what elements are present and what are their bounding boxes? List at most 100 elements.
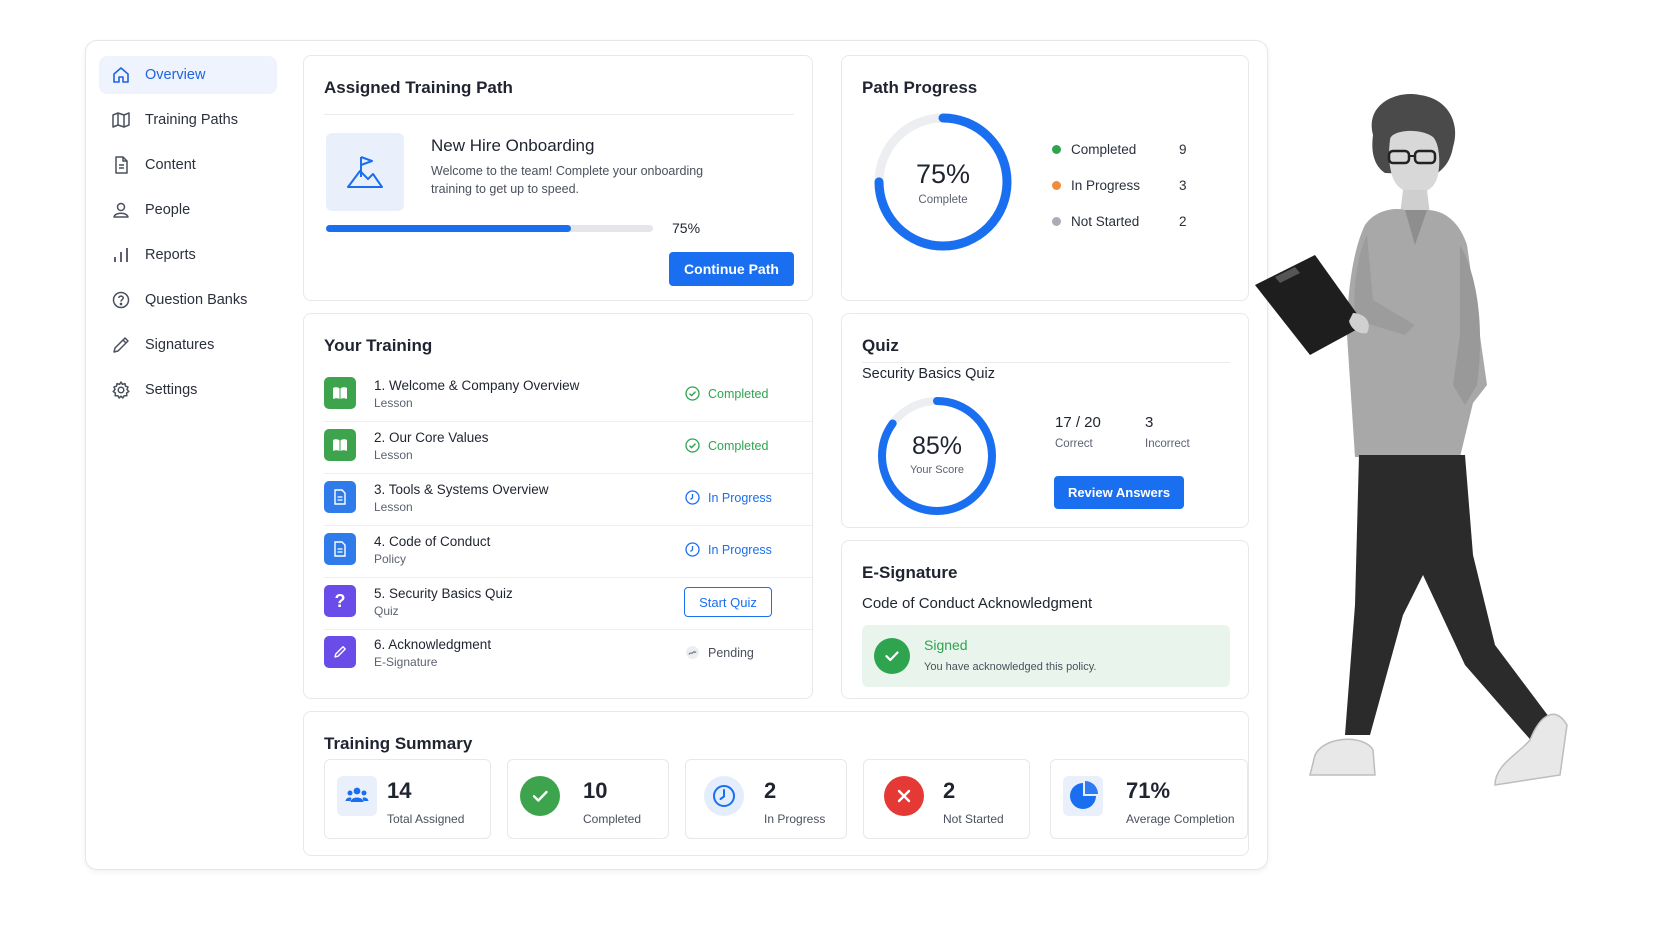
sidebar-item-label: Settings [145,382,198,398]
start-quiz-button[interactable]: Start Quiz [684,587,772,617]
home-icon [111,65,131,85]
training-name: 5. Security Basics Quiz [374,586,513,601]
training-type: Quiz [374,604,399,618]
quiz-card: Quiz Security Basics Quiz 85% Your Score… [841,313,1249,528]
status-badge: In Progress [685,490,772,505]
training-row[interactable]: 4. Code of Conduct Policy In Progress [324,524,812,578]
divider [324,114,794,115]
path-name: New Hire Onboarding [431,136,595,155]
summary-value: 2 [764,778,777,803]
card-title: Your Training [324,336,433,355]
summary-tile-average-completion: 71% Average Completion [1050,759,1248,839]
app-window: Overview Training Paths Content People R… [85,40,1268,870]
continue-path-button[interactable]: Continue Path [669,252,794,286]
book-icon [324,377,356,409]
legend-value: 2 [1179,214,1187,229]
legend-value: 3 [1179,178,1187,193]
signed-message: You have acknowledged this policy. [924,661,1097,673]
question-circle-icon [111,290,131,310]
question-icon: ? [324,585,356,617]
sidebar-item-settings[interactable]: Settings [99,371,277,409]
legend-in-progress: In Progress 3 [1052,178,1187,193]
path-description-line2: training to get up to speed. [431,182,580,196]
quiz-name: Security Basics Quiz [862,366,995,382]
status-text: Completed [708,386,769,401]
sidebar-item-content[interactable]: Content [99,146,277,184]
status-text: In Progress [708,490,772,505]
card-title: Quiz [862,336,899,355]
correct-label: Correct [1055,438,1093,450]
sidebar-item-label: People [145,202,191,218]
sidebar-item-label: Content [145,157,196,173]
summary-label: Not Started [943,812,1004,826]
incorrect-label: Incorrect [1145,438,1190,450]
training-row[interactable]: 6. Acknowledgment E-Signature Pending [324,627,812,681]
person-icon [111,200,131,220]
training-name: 6. Acknowledgment [374,637,492,652]
training-row[interactable]: 2. Our Core Values Lesson Completed [324,420,812,474]
check-circle-icon [874,638,910,674]
check-circle-icon [520,776,560,816]
legend-label: Not Started [1071,214,1140,229]
training-row[interactable]: 3. Tools & Systems Overview Lesson In Pr… [324,472,812,526]
summary-tile-not-started: 2 Not Started [863,759,1030,839]
training-name: 1. Welcome & Company Overview [374,378,580,393]
book-icon [324,429,356,461]
sidebar-item-label: Overview [145,67,206,83]
x-circle-icon [884,776,924,816]
sidebar-item-label: Reports [145,247,196,263]
gray-dot-icon [1052,217,1061,226]
sidebar-item-overview[interactable]: Overview [99,56,277,94]
signed-banner: Signed You have acknowledged this policy… [862,625,1230,687]
check-circle-icon [685,386,700,401]
training-name: 3. Tools & Systems Overview [374,482,549,497]
document-icon [111,155,131,175]
sidebar-item-label: Signatures [145,337,215,353]
sidebar-item-training-paths[interactable]: Training Paths [99,101,277,139]
training-type: Lesson [374,396,413,410]
pen-icon [324,636,356,668]
divider [862,362,1230,363]
card-title: Training Summary [324,734,473,753]
sidebar-item-label: Training Paths [145,112,238,128]
sidebar-item-signatures[interactable]: Signatures [99,326,277,364]
flag-icon [326,133,404,211]
summary-label: In Progress [764,812,826,826]
correct-value: 17 / 20 [1055,414,1101,431]
bar-chart-icon [111,245,131,265]
clock-icon [704,776,744,816]
training-type: Lesson [374,500,413,514]
sidebar-item-people[interactable]: People [99,191,277,229]
legend-not-started: Not Started 2 [1052,214,1187,229]
training-row[interactable]: ? 5. Security Basics Quiz Quiz Start Qui… [324,576,812,630]
map-icon [111,110,131,130]
legend-label: Completed [1071,142,1137,157]
summary-label: Total Assigned [387,812,465,826]
review-answers-button[interactable]: Review Answers [1054,476,1184,509]
sidebar-item-label: Question Banks [145,292,248,308]
training-row[interactable]: 1. Welcome & Company Overview Lesson Com… [324,368,812,422]
status-text: In Progress [708,542,772,557]
sidebar-item-question-banks[interactable]: Question Banks [99,281,277,319]
gear-icon [111,380,131,400]
pie-chart-icon [1063,776,1103,816]
sidebar: Overview Training Paths Content People R… [86,41,286,869]
sidebar-item-reports[interactable]: Reports [99,236,277,274]
summary-tile-completed: 10 Completed [507,759,669,839]
legend-label: In Progress [1071,178,1141,193]
signature-document: Code of Conduct Acknowledgment [862,595,1093,612]
training-summary-card: Training Summary 14 Total Assigned 10 Co… [303,711,1249,856]
progress-bar [326,225,653,232]
esignature-card: E-Signature Code of Conduct Acknowledgme… [841,540,1249,699]
status-badge: Completed [685,438,768,453]
card-title: Assigned Training Path [324,78,513,97]
status-text: Pending [708,645,754,660]
summary-tile-in-progress: 2 In Progress [685,759,847,839]
status-badge: In Progress [685,542,772,557]
training-name: 2. Our Core Values [374,430,489,445]
training-type: E-Signature [374,655,438,669]
green-dot-icon [1052,145,1061,154]
card-title: E-Signature [862,563,958,582]
status-badge: Pending [685,645,754,660]
path-progress-card: Path Progress 75% Complete Completed 9 I… [841,55,1249,301]
